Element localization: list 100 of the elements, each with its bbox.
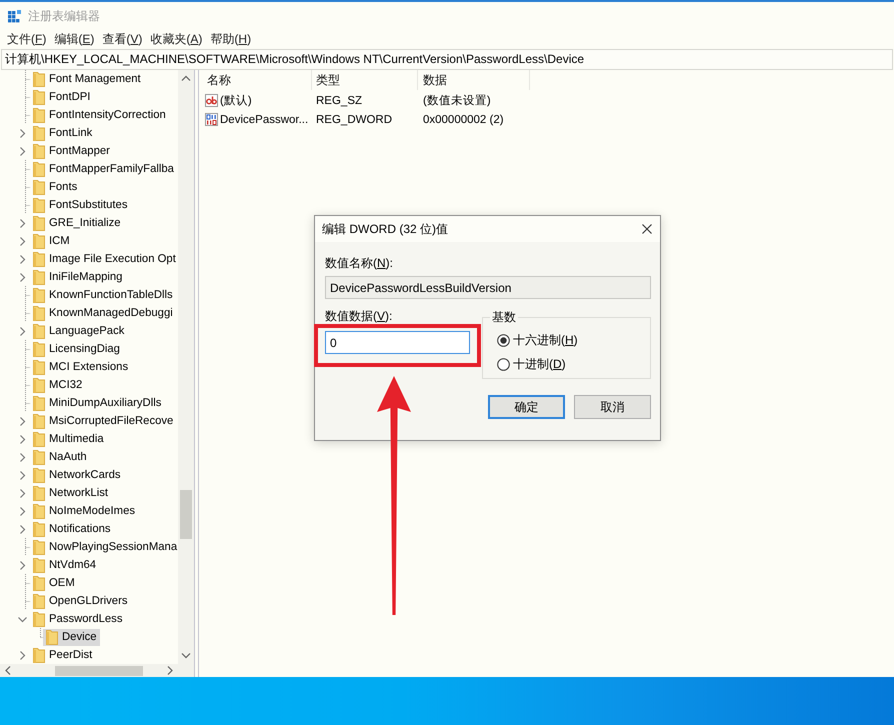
cancel-button[interactable]: 取消: [574, 395, 651, 419]
menu-item[interactable]: 编辑(E): [54, 31, 94, 47]
folder-icon: [33, 612, 45, 626]
tree-item[interactable]: NetworkList: [30, 484, 112, 502]
folder-icon: [33, 558, 45, 572]
radio-option[interactable]: 十进制(D): [497, 354, 566, 374]
chevron-right-icon[interactable]: [18, 524, 27, 534]
address-bar[interactable]: 计算机\HKEY_LOCAL_MACHINE\SOFTWARE\Microsoft\Windows NT\CurrentVersion\PasswordLess\Device: [1, 49, 893, 70]
tree-item[interactable]: MsiCorruptedFileRecove: [30, 412, 176, 430]
menu-item[interactable]: 文件(F): [7, 31, 46, 47]
column-header[interactable]: 类型: [312, 70, 418, 90]
tree-item[interactable]: Image File Execution Opt: [30, 250, 178, 268]
folder-icon: [33, 450, 45, 464]
folder-icon: [33, 90, 45, 104]
tree-item[interactable]: KnownManagedDebuggi: [30, 304, 176, 322]
chevron-right-icon[interactable]: [18, 560, 27, 570]
folder-icon: [33, 360, 45, 374]
radio-option[interactable]: 十六进制(H): [497, 330, 578, 350]
radio-button-icon[interactable]: [497, 358, 510, 370]
tree-item[interactable]: ICM: [30, 232, 73, 250]
folder-icon: [33, 216, 45, 230]
menu-item[interactable]: 帮助(H): [210, 31, 252, 47]
chevron-right-icon[interactable]: [18, 218, 27, 228]
folder-icon: [33, 108, 45, 122]
group-label: 基数: [491, 310, 517, 324]
chevron-right-icon[interactable]: [18, 452, 27, 462]
tree-item[interactable]: FontDPI: [30, 88, 94, 106]
chevron-right-icon[interactable]: [18, 326, 27, 336]
tree-item[interactable]: FontSubstitutes: [30, 196, 130, 214]
tree-item[interactable]: OEM: [30, 574, 78, 592]
menu-item[interactable]: 收藏夹(A): [150, 31, 202, 47]
folder-icon: [33, 306, 45, 320]
tree-item[interactable]: NetworkCards: [30, 466, 124, 484]
value-data-field[interactable]: 0: [325, 331, 470, 354]
chevron-right-icon[interactable]: [18, 506, 27, 516]
chevron-right-icon[interactable]: [18, 272, 27, 282]
value-name-field[interactable]: DevicePasswordLessBuildVersion: [325, 276, 651, 299]
column-header[interactable]: 数据: [418, 70, 530, 90]
chevron-right-icon[interactable]: [18, 146, 27, 156]
folder-icon: [33, 252, 45, 266]
tree-item[interactable]: LicensingDiag: [30, 340, 123, 358]
tree-item[interactable]: KnownFunctionTableDlls: [30, 286, 176, 304]
scrollbar-thumb[interactable]: [55, 666, 143, 676]
radio-button-icon[interactable]: [497, 334, 510, 346]
tree-item[interactable]: IniFileMapping: [30, 268, 126, 286]
tree-item[interactable]: Fonts: [30, 178, 80, 196]
chevron-right-icon[interactable]: [18, 128, 27, 138]
tree-item[interactable]: NtVdm64: [30, 556, 100, 574]
binary-tile-icon: [205, 113, 218, 126]
column-header[interactable]: 名称: [199, 70, 312, 90]
chevron-down-icon[interactable]: [18, 614, 27, 624]
window-title: 注册表编辑器: [28, 8, 100, 24]
value-name: (默认): [220, 94, 252, 108]
dialog-title: 编辑 DWORD (32 位)值: [322, 220, 448, 238]
field-label: 数值名称(N):: [325, 256, 394, 270]
tree-item[interactable]: GRE_Initialize: [30, 214, 124, 232]
value-type: REG_SZ: [315, 94, 364, 106]
chevron-right-icon[interactable]: [18, 236, 27, 246]
tree-item[interactable]: PeerDist: [30, 646, 96, 664]
tree-item[interactable]: LanguagePack: [30, 322, 128, 340]
chevron-right-icon[interactable]: [18, 470, 27, 480]
chevron-right-icon[interactable]: [18, 416, 27, 426]
folder-icon: [33, 504, 45, 518]
folder-icon: [33, 540, 45, 554]
menu-item[interactable]: 查看(V): [102, 31, 142, 47]
folder-icon: [33, 198, 45, 212]
tree-item[interactable]: FontIntensityCorrection: [30, 106, 169, 124]
tree-item[interactable]: NoImeModeImes: [30, 502, 138, 520]
folder-icon: [33, 648, 45, 662]
tree-item[interactable]: NaAuth: [30, 448, 90, 466]
folder-icon: [33, 270, 45, 284]
tree-item[interactable]: MCI Extensions: [30, 358, 132, 376]
chevron-right-icon[interactable]: [18, 254, 27, 264]
folder-icon: [33, 342, 45, 356]
tree-item[interactable]: FontLink: [30, 124, 96, 142]
folder-icon: [33, 288, 45, 302]
ok-button[interactable]: 确定: [488, 395, 565, 419]
tree-item[interactable]: FontMapper: [30, 142, 113, 160]
close-icon[interactable]: [642, 224, 652, 234]
tree-item[interactable]: Multimedia: [30, 430, 107, 448]
tree-item[interactable]: PasswordLess: [30, 610, 126, 628]
tree-item[interactable]: NowPlayingSessionMana: [30, 538, 178, 556]
value-data: (数值未设置): [422, 94, 491, 108]
tree-item[interactable]: MiniDumpAuxiliaryDlls: [30, 394, 164, 412]
chevron-right-icon[interactable]: [18, 488, 27, 498]
folder-icon: [33, 162, 45, 176]
value-name: DevicePasswor...: [220, 114, 308, 126]
folder-icon: [33, 324, 45, 338]
chevron-right-icon[interactable]: [18, 434, 27, 444]
chevron-right-icon[interactable]: [18, 650, 27, 660]
folder-icon: [33, 594, 45, 608]
scrollbar-thumb[interactable]: [180, 490, 192, 540]
tree-item[interactable]: Device: [43, 628, 100, 646]
tree-item[interactable]: MCI32: [30, 376, 86, 394]
tree-item[interactable]: OpenGLDrivers: [30, 592, 130, 610]
tree-item[interactable]: Font Management: [30, 70, 144, 88]
tree-item[interactable]: FontMapperFamilyFallba: [30, 160, 177, 178]
folder-icon: [33, 72, 45, 86]
tree-item[interactable]: Notifications: [30, 520, 114, 538]
folder-icon: [33, 396, 45, 410]
